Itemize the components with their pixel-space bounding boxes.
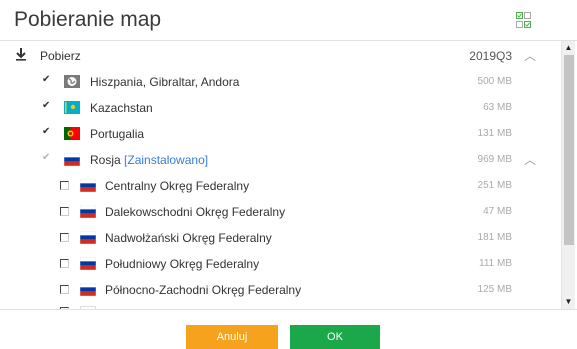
download-icon <box>15 47 27 64</box>
item-label: Dalekowschodni Okręg Federalny <box>105 205 286 219</box>
item-size: 111 MB <box>479 258 512 269</box>
item-label: Kazachstan <box>90 101 153 115</box>
russia-flag-icon <box>64 153 80 166</box>
checkbox[interactable] <box>60 207 69 216</box>
list-item[interactable]: Nadwołżański Okręg Federalny 181 MB <box>0 225 560 251</box>
checkbox[interactable] <box>42 153 52 164</box>
kazakhstan-flag-icon <box>64 101 80 114</box>
item-size: 125 MB <box>477 284 512 295</box>
scroll-up-arrow-icon[interactable]: ▲ <box>562 41 575 55</box>
item-size: 251 MB <box>477 180 512 191</box>
russia-flag-icon <box>80 205 96 218</box>
list-item[interactable]: Południowy Okręg Federalny 111 MB <box>0 251 560 277</box>
item-size: 47 MB <box>483 206 512 217</box>
chevron-up-icon[interactable]: ︿ <box>524 151 536 168</box>
list-item[interactable]: Centralny Okręg Federalny 251 MB <box>0 173 560 199</box>
version-label: 2019Q3 <box>469 49 512 63</box>
item-size: 131 MB <box>477 128 512 139</box>
chevron-up-icon[interactable]: ︿ <box>524 47 536 64</box>
russia-flag-icon <box>80 257 96 270</box>
checkbox[interactable] <box>42 101 52 112</box>
download-row[interactable]: Pobierz 2019Q3 ︿ <box>0 43 560 69</box>
page-title: Pobieranie map <box>14 8 162 31</box>
installed-badge: [Zainstalowano] <box>124 153 209 167</box>
checkbox[interactable] <box>42 127 52 138</box>
russia-flag-icon <box>80 179 96 192</box>
checkbox[interactable] <box>60 285 69 294</box>
map-list: Pobierz 2019Q3 ︿ Hiszpania, Gibraltar, A… <box>0 41 560 309</box>
checklist-icon[interactable] <box>516 12 532 29</box>
ok-button[interactable]: OK <box>290 325 380 349</box>
scroll-down-arrow-icon[interactable]: ▼ <box>562 295 575 309</box>
item-label: Rosja [Zainstalowano] <box>90 153 209 167</box>
list-item[interactable]: Rosja [Zainstalowano] 969 MB ︿ <box>0 147 560 173</box>
portugal-flag-icon <box>64 127 80 140</box>
item-label: Południowy Okręg Federalny <box>105 257 260 271</box>
item-size: 969 MB <box>477 154 512 165</box>
item-size: 181 MB <box>477 232 512 243</box>
checkbox[interactable] <box>60 233 69 242</box>
list-item[interactable]: Dalekowschodni Okręg Federalny 47 MB <box>0 199 560 225</box>
item-label: Centralny Okręg Federalny <box>105 179 250 193</box>
globe-icon <box>64 75 80 88</box>
item-size: 63 MB <box>483 102 512 113</box>
list-item[interactable]: Hiszpania, Gibraltar, Andora 500 MB <box>0 69 560 95</box>
cancel-button[interactable]: Anuluj <box>186 325 278 349</box>
checkbox[interactable] <box>42 75 52 86</box>
item-size: 500 MB <box>477 76 512 87</box>
download-label: Pobierz <box>40 49 81 63</box>
russia-flag-icon <box>80 231 96 244</box>
list-item[interactable]: Portugalia 131 MB <box>0 121 560 147</box>
footer-divider <box>0 309 577 310</box>
scroll-thumb[interactable] <box>564 55 574 245</box>
list-item[interactable]: Kazachstan 63 MB <box>0 95 560 121</box>
checkbox[interactable] <box>60 181 69 190</box>
item-label: Nadwołżański Okręg Federalny <box>105 231 272 245</box>
scrollbar[interactable]: ▲ ▼ <box>561 41 575 309</box>
checkbox[interactable] <box>60 259 69 268</box>
item-label: Portugalia <box>90 127 145 141</box>
item-label: Hiszpania, Gibraltar, Andora <box>90 75 240 89</box>
item-label: Północno-Zachodni Okręg Federalny <box>105 283 302 297</box>
list-item[interactable]: Północno-Zachodni Okręg Federalny 125 MB <box>0 277 560 303</box>
russia-flag-icon <box>80 283 96 296</box>
